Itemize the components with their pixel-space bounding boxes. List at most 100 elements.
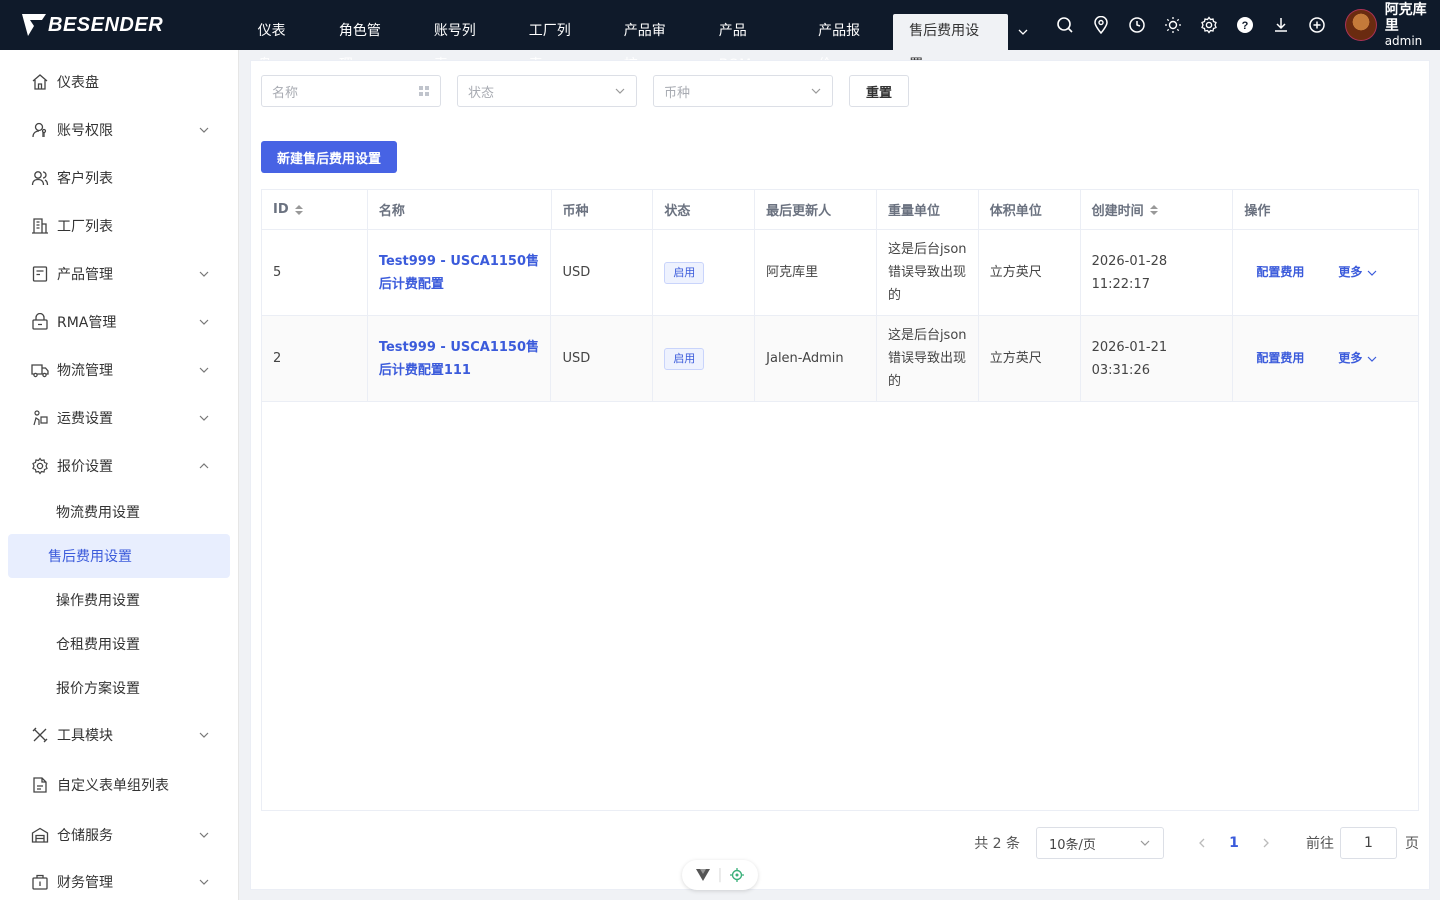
target-icon[interactable] — [730, 868, 745, 882]
sidebar-item-tools[interactable]: 工具模块 — [0, 710, 238, 760]
configure-fee-button[interactable]: 配置费用 — [1256, 261, 1304, 284]
user-menu[interactable]: 阿克库里 admin — [1345, 2, 1440, 48]
goto-page-input[interactable]: 1 — [1340, 827, 1397, 859]
sidebar-sub-after-sales-fee[interactable]: 售后费用设置 — [8, 534, 230, 578]
delivery-icon — [31, 409, 49, 427]
help-icon[interactable]: ? — [1227, 0, 1263, 50]
sidebar-item-finance[interactable]: 财务管理 — [0, 860, 238, 900]
column-header-created[interactable]: 创建时间 — [1081, 190, 1234, 229]
topnav-product-bom[interactable]: 产品BOM — [699, 14, 798, 73]
sidebar-item-label: 工厂列表 — [57, 219, 113, 235]
user-key-icon — [31, 121, 49, 139]
sidebar-item-factories[interactable]: 工厂列表 — [0, 202, 238, 250]
sidebar-item-label: 仓储服务 — [57, 828, 113, 844]
page-number-current[interactable]: 1 — [1218, 835, 1250, 851]
reset-button[interactable]: 重置 — [849, 75, 909, 107]
cell-created: 2026-01-28 11:22:17 — [1081, 230, 1234, 315]
column-header-id[interactable]: ID — [262, 190, 368, 229]
sidebar-item-label: 运费设置 — [57, 411, 113, 427]
clock-icon[interactable] — [1119, 0, 1155, 50]
add-circle-icon[interactable] — [1299, 0, 1335, 50]
column-header-status: 状态 — [653, 190, 756, 229]
cell-id: 5 — [262, 230, 368, 315]
sidebar: 仪表盘 账号权限 客户列表 工厂列表 产品管理 RMA管理 物流管理 运费设置 … — [0, 50, 239, 900]
cell-updater: Jalen-Admin — [755, 316, 877, 401]
sidebar-item-freight[interactable]: 运费设置 — [0, 394, 238, 442]
logo[interactable]: BESENDER — [0, 0, 238, 50]
topnav-factories[interactable]: 工厂列表 — [509, 14, 604, 73]
chevron-down-icon — [199, 732, 209, 738]
sidebar-sub-operation-fee[interactable]: 操作费用设置 — [8, 578, 230, 622]
gear-icon[interactable] — [1191, 0, 1227, 50]
sidebar-item-rma[interactable]: RMA管理 — [0, 298, 238, 346]
sidebar-item-warehouse[interactable]: 仓储服务 — [0, 810, 238, 860]
cell-weight-unit: 这是后台json错误导致出现的 — [877, 230, 979, 315]
sidebar-item-logistics[interactable]: 物流管理 — [0, 346, 238, 394]
avatar[interactable] — [1345, 9, 1377, 41]
topnav-product-review[interactable]: 产品审核 — [604, 14, 699, 73]
topnav-accounts[interactable]: 账号列表 — [414, 14, 509, 73]
column-header-actions: 操作 — [1244, 204, 1271, 219]
chevron-down-icon[interactable] — [1008, 14, 1039, 50]
cell-actions: 配置费用 更多 — [1233, 230, 1418, 315]
chevron-left-icon — [1199, 838, 1205, 848]
tools-icon — [31, 726, 49, 744]
sort-icon[interactable] — [1149, 204, 1159, 216]
table-row: 2 Test999 - USCA1150售后计费配置111 USD 启用 Jal… — [262, 316, 1418, 402]
user-name: 阿克库里 — [1384, 2, 1427, 34]
name-link[interactable]: Test999 - USCA1150售后计费配置111 — [379, 336, 540, 382]
pagination: 共 2 条 10条/页 1 前往 1 页 — [974, 827, 1429, 859]
cell-actions: 配置费用 更多 — [1233, 316, 1418, 401]
location-icon[interactable] — [1083, 0, 1119, 50]
gear-icon — [31, 457, 49, 475]
sidebar-sub-quote-plan[interactable]: 报价方案设置 — [8, 666, 230, 710]
main-panel: 名称 状态 币种 重置 新建售后费用设置 ID 名称 币种 状态 最后更新人 重… — [250, 60, 1430, 890]
configure-fee-button[interactable]: 配置费用 — [1256, 347, 1304, 370]
sidebar-item-dashboard[interactable]: 仪表盘 — [0, 58, 238, 106]
cell-created: 2026-01-21 03:31:26 — [1081, 316, 1234, 401]
chevron-down-icon — [199, 832, 209, 838]
cell-name: Test999 - USCA1150售后计费配置111 — [368, 316, 552, 401]
sidebar-item-label: 工具模块 — [57, 728, 113, 744]
sidebar-item-account-permissions[interactable]: 账号权限 — [0, 106, 238, 154]
status-select[interactable]: 状态 — [457, 75, 637, 107]
sidebar-item-quote-settings[interactable]: 报价设置 — [0, 442, 238, 490]
status-badge: 启用 — [664, 261, 705, 284]
create-after-sales-fee-button[interactable]: 新建售后费用设置 — [261, 141, 398, 173]
sidebar-item-custom-forms[interactable]: 自定义表单组列表 — [0, 760, 238, 810]
sidebar-sub-logistics-fee[interactable]: 物流费用设置 — [8, 490, 230, 534]
cell-status: 启用 — [653, 230, 756, 315]
search-icon[interactable] — [1047, 0, 1083, 50]
sidebar-item-products[interactable]: 产品管理 — [0, 250, 238, 298]
topnav-product-quote[interactable]: 产品报价 — [798, 14, 893, 73]
sidebar-item-label: 财务管理 — [57, 875, 113, 891]
next-page-button[interactable] — [1250, 837, 1282, 849]
currency-select[interactable]: 币种 — [653, 75, 833, 107]
sort-icon[interactable] — [294, 204, 304, 216]
form-icon — [31, 776, 49, 794]
topnav-roles[interactable]: 角色管理 — [319, 14, 414, 73]
chevron-down-icon — [615, 88, 625, 94]
topnav-after-sales-fee[interactable]: 售后费用设置 — [893, 14, 1008, 73]
cell-volume-unit: 立方英尺 — [979, 230, 1081, 315]
page-size-select[interactable]: 10条/页 — [1036, 827, 1164, 859]
prev-page-button[interactable] — [1186, 837, 1218, 849]
cell-status: 启用 — [653, 316, 756, 401]
status-badge: 启用 — [664, 347, 705, 370]
chevron-down-icon — [199, 271, 209, 277]
sun-icon[interactable] — [1155, 0, 1191, 50]
cell-currency: USD — [551, 316, 654, 401]
vue-devtools-icon[interactable] — [695, 869, 710, 881]
chevron-down-icon — [1140, 840, 1150, 846]
sidebar-item-customers[interactable]: 客户列表 — [0, 154, 238, 202]
topnav-dashboard[interactable]: 仪表盘 — [238, 14, 319, 73]
more-dropdown[interactable]: 更多 — [1338, 261, 1378, 284]
more-dropdown[interactable]: 更多 — [1338, 347, 1378, 370]
sidebar-sub-storage-fee[interactable]: 仓租费用设置 — [8, 622, 230, 666]
download-icon[interactable] — [1263, 0, 1299, 50]
name-link[interactable]: Test999 - USCA1150售后计费配置 — [379, 250, 540, 296]
name-filter-input[interactable]: 名称 — [261, 75, 441, 107]
truck-icon — [31, 361, 49, 379]
warehouse-icon — [31, 826, 49, 844]
sidebar-item-label: 自定义表单组列表 — [57, 778, 169, 794]
